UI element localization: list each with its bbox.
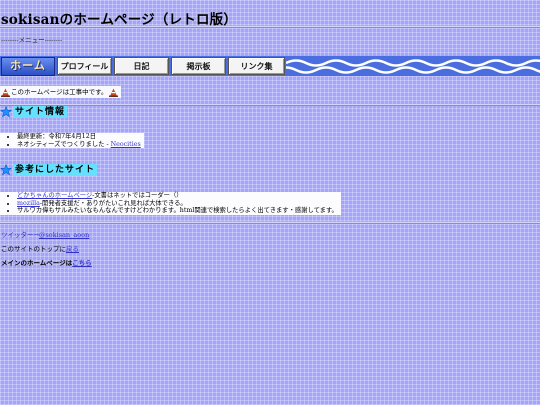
menu-links-button[interactable]: リンク集 — [228, 57, 285, 75]
twitter-link[interactable]: @sokisan_aoon — [39, 231, 89, 239]
back-to-top-line: このサイトのトップに戻る — [1, 245, 79, 253]
site-info-heading: サイト情報 — [0, 105, 68, 119]
star-icon — [0, 164, 12, 176]
list-item: どかちゃんのホームページ-文書はネットではコーダー（） — [17, 192, 338, 200]
star-icon — [0, 106, 12, 118]
list-item: ネオシティーズでつくりました - Neocities — [17, 141, 141, 149]
main-homepage-link[interactable]: こちら — [72, 259, 92, 267]
mozilla-link[interactable]: mozilla — [17, 200, 40, 207]
main-homepage-line: メインのホームページはこちら — [1, 259, 92, 267]
references-list: どかちゃんのホームページ-文書はネットではコーダー（） mozilla-開発者支… — [0, 192, 341, 215]
site-info-heading-label: サイト情報 — [13, 106, 68, 118]
menu-bar: ホーム プロフィール 日記 掲示板 リンク集 — [0, 56, 540, 76]
menu-profile-button[interactable]: プロフィール — [57, 57, 112, 75]
home-button[interactable]: ホーム — [1, 57, 55, 76]
menu-label: --------メニュー-------- — [1, 36, 63, 44]
references-heading: 参考にしたサイト — [0, 163, 98, 177]
site-title: sokisanのホームページ（レトロ版） — [1, 12, 238, 28]
list-item: サルワカ偉もサルみたいなもんなんですけどわかります。html関連で検索したらよく… — [17, 207, 338, 215]
menu-diary-button[interactable]: 日記 — [114, 57, 169, 75]
back-to-top-link[interactable]: 戻る — [66, 245, 79, 253]
construction-cone-icon — [1, 88, 10, 97]
references-heading-label: 参考にしたサイト — [13, 164, 98, 176]
divider — [0, 104, 540, 106]
construction-text: このホームページは工事中です。 — [11, 88, 108, 96]
twitter-line: ツイッター→@sokisan_aoon — [1, 231, 90, 239]
construction-notice: このホームページは工事中です。 — [0, 86, 121, 98]
neocities-link[interactable]: Neocities — [111, 141, 141, 148]
site-info-list: 最終更新：令和7年4月12日 ネオシティーズでつくりました - Neocitie… — [0, 133, 144, 148]
list-item: mozilla-開発者支援だ・ありがたいこれ見れば大体できる。 — [17, 200, 338, 208]
dokachan-link[interactable]: どかちゃんのホームページ — [17, 192, 92, 199]
list-item: 最終更新：令和7年4月12日 — [17, 133, 141, 141]
divider — [0, 222, 540, 224]
wave-decoration — [286, 59, 540, 74]
construction-cone-icon — [108, 88, 118, 97]
menu-bbs-button[interactable]: 掲示板 — [171, 57, 226, 75]
